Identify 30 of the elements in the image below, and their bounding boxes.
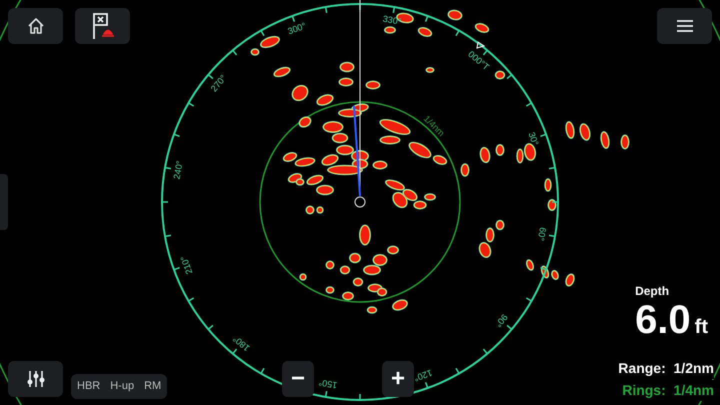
menu-icon (676, 19, 694, 33)
mode-button[interactable]: HBR (77, 378, 100, 394)
home-icon (26, 17, 44, 35)
mode-button[interactable]: RM (144, 378, 162, 394)
depth-label: Depth (635, 283, 670, 300)
mode-button[interactable]: H-up (110, 378, 134, 394)
own-ship-icon (354, 196, 366, 208)
bearing-label: 90° (493, 312, 510, 330)
bearing-label: 180° (230, 334, 252, 354)
settings-button[interactable] (8, 361, 63, 397)
zoom-out-button[interactable]: − (282, 361, 314, 397)
mob-button[interactable] (75, 8, 130, 44)
bearing-label: 300° (286, 20, 308, 36)
bearing-label: 60° (536, 226, 548, 242)
bearing-label: 240° (172, 160, 185, 180)
sliders-icon (26, 369, 46, 389)
bearing-label: 120° (412, 368, 434, 384)
bearing-label: 30° (526, 130, 541, 147)
rings-readout: Rings: 1/4nm (622, 380, 714, 401)
zoom-in-button[interactable]: + (382, 361, 414, 397)
side-panel-handle[interactable] (0, 174, 8, 230)
flag-icon (90, 12, 114, 40)
depth-value: 6.0 (635, 298, 691, 342)
north-marker-icon (476, 41, 486, 49)
depth-unit: ft (694, 316, 708, 338)
bearing-label: 330° (382, 14, 402, 27)
bearing-label: 150° (318, 377, 338, 390)
bearing-label: 210° (178, 254, 194, 276)
home-button[interactable] (8, 8, 63, 44)
menu-button[interactable] (657, 8, 712, 44)
